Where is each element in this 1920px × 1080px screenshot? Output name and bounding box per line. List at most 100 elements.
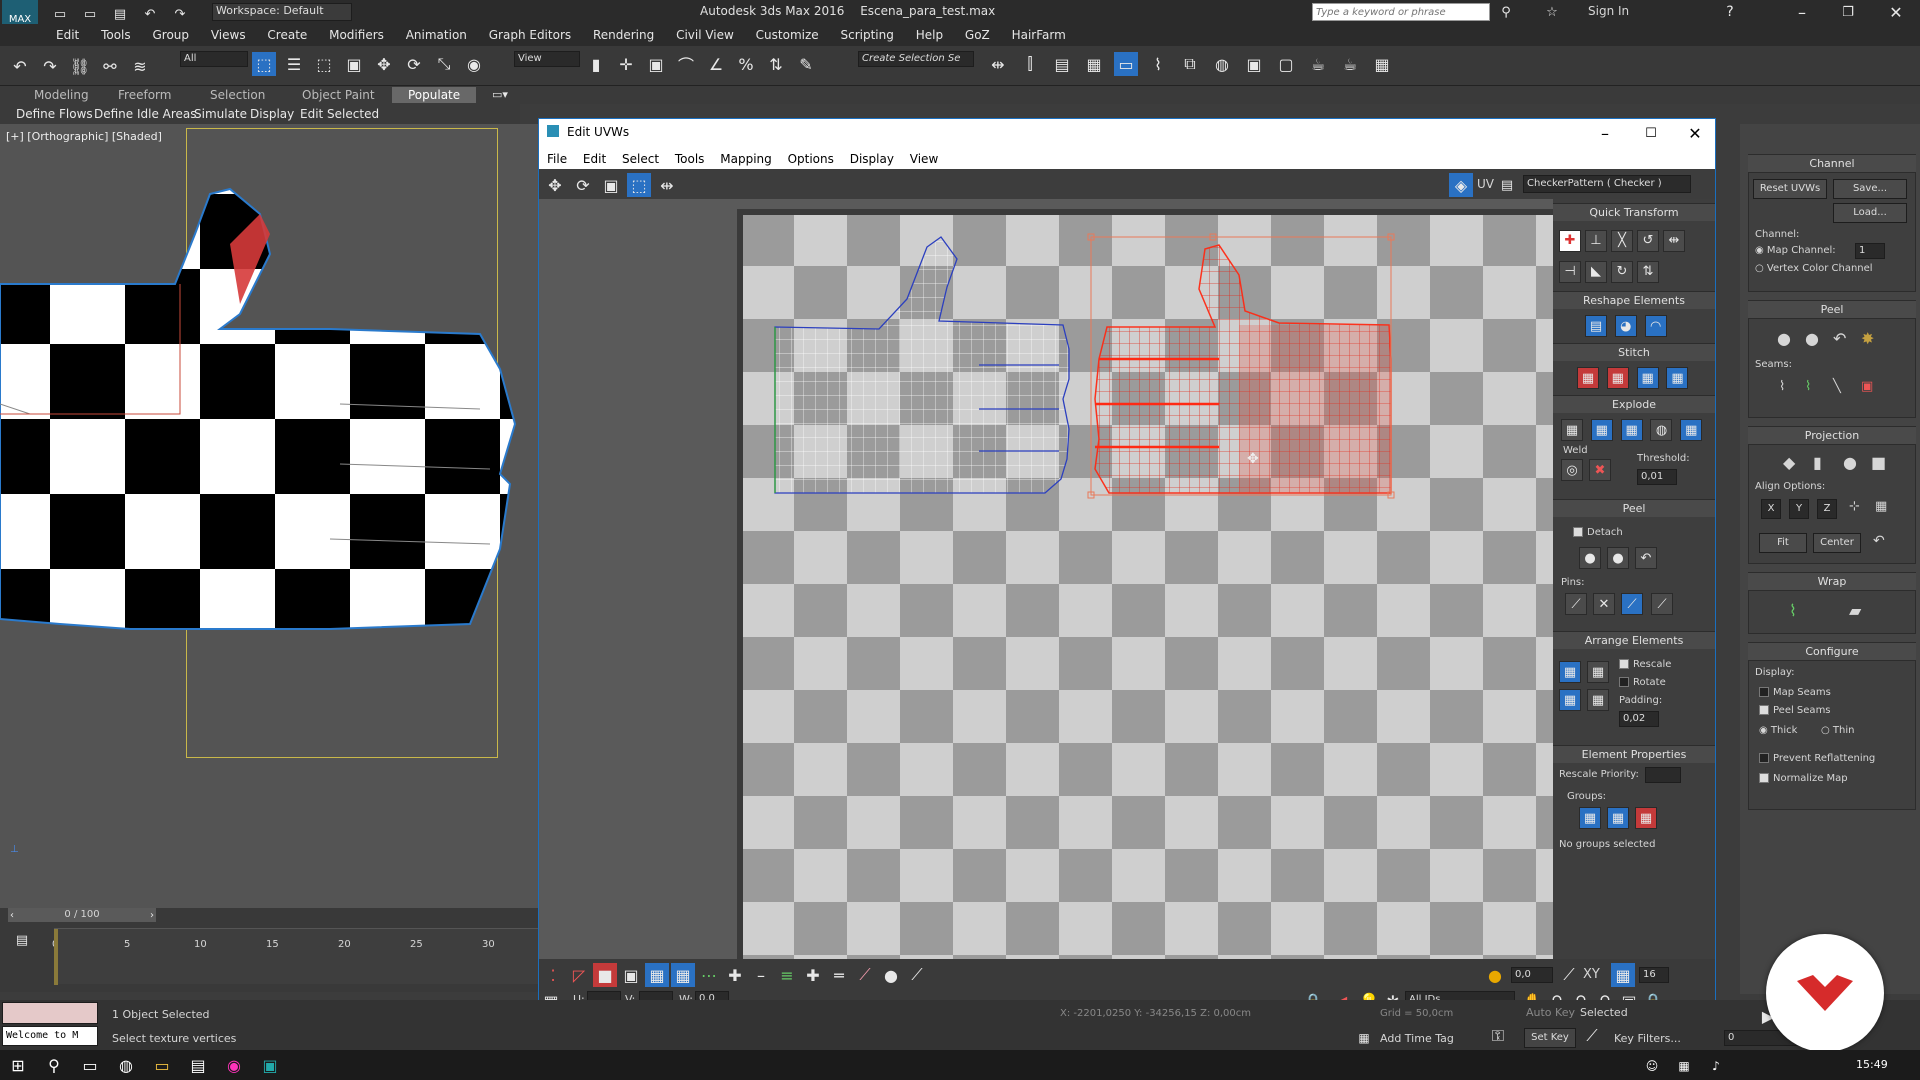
a360-render-icon[interactable]: ▦	[1370, 52, 1394, 76]
rotate-checkbox[interactable]: Rotate	[1619, 677, 1666, 688]
auto-pin-icon[interactable]: ⟋	[1621, 593, 1643, 615]
percent-snap-icon[interactable]: %	[734, 52, 758, 76]
windows-start-icon[interactable]: ⊞	[6, 1053, 30, 1077]
uv-minimize-icon[interactable]: –	[1593, 121, 1617, 145]
menu-hairfarm[interactable]: HairFarm	[1012, 28, 1066, 42]
key-filters-button[interactable]: Key Filters...	[1614, 1032, 1681, 1045]
stitch-custom-icon[interactable]: ▦	[1666, 367, 1689, 389]
save-icon[interactable]: ▤	[108, 2, 132, 26]
detach-checkbox[interactable]: Detach	[1573, 527, 1623, 538]
define-idle-areas-button[interactable]: Define Idle Areas	[94, 104, 197, 124]
flip-icon[interactable]: ◣	[1585, 260, 1607, 283]
soft-selection-icon[interactable]: ●	[1483, 963, 1507, 987]
xy-label[interactable]: XY	[1583, 967, 1600, 982]
view-align-icon[interactable]: ▦	[1875, 499, 1887, 514]
point-to-point-seams-icon[interactable]: ⌇	[1805, 379, 1811, 394]
space-horizontal-icon[interactable]: ⇹	[1663, 229, 1685, 252]
spherical-map-icon[interactable]: ●	[1843, 453, 1857, 472]
map-channel-field[interactable]: 1	[1855, 243, 1885, 259]
maxscript-listener[interactable]: Welcome to M	[2, 1026, 98, 1046]
paint-select-grow-icon[interactable]: ●	[879, 963, 903, 987]
menu-civil-view[interactable]: Civil View	[676, 28, 734, 42]
align-icon[interactable]: ⫿	[1018, 52, 1042, 76]
pivot-icon[interactable]: ▮	[584, 52, 608, 76]
spinner-snap-icon[interactable]: ⇅	[764, 52, 788, 76]
break-icon[interactable]: ▦	[1561, 419, 1583, 441]
menu-customize[interactable]: Customize	[756, 28, 819, 42]
projection-header[interactable]: Projection	[1748, 426, 1916, 444]
menu-goz[interactable]: GoZ	[965, 28, 990, 42]
menu-create[interactable]: Create	[267, 28, 307, 42]
prevent-reflattening-checkbox[interactable]: Prevent Reflattening	[1759, 753, 1875, 764]
uv-window-titlebar[interactable]: Edit UVWs – ☐ ✕	[539, 119, 1715, 149]
reset-uvws-button[interactable]: Reset UVWs	[1753, 179, 1827, 199]
render-frame-icon[interactable]: ▢	[1274, 52, 1298, 76]
edit-selected-button[interactable]: Edit Selected	[300, 104, 379, 124]
playhead[interactable]	[54, 929, 58, 985]
uv-freeform-icon[interactable]: ⬚	[627, 173, 651, 197]
align-z-button[interactable]: Z	[1817, 499, 1837, 519]
help-icon[interactable]: ?	[1718, 0, 1742, 24]
layer-manager-icon[interactable]: ▤	[1050, 52, 1074, 76]
select-object-icon[interactable]: ⬚	[252, 52, 276, 76]
uv-menu-mapping[interactable]: Mapping	[720, 152, 772, 166]
menu-rendering[interactable]: Rendering	[593, 28, 654, 42]
map-channel-radio[interactable]: ◉ Map Channel:	[1755, 245, 1836, 256]
reshape-elements-header[interactable]: Reshape Elements	[1553, 291, 1715, 309]
rotate-icon[interactable]: ⟳	[402, 52, 426, 76]
key-icon[interactable]: ⚿	[1486, 1024, 1510, 1048]
vertex-mode-icon[interactable]: ⁚	[541, 963, 565, 987]
simulate-button[interactable]: Simulate	[194, 104, 247, 124]
mirror-icon[interactable]: ⇹	[986, 52, 1010, 76]
vertex-color-radio[interactable]: ○ Vertex Color Channel	[1755, 263, 1873, 274]
clock[interactable]: 15:49	[1856, 1058, 1888, 1071]
star-icon[interactable]: ☆	[1540, 0, 1564, 24]
uv-grid-svg[interactable]: ✥	[539, 199, 1553, 959]
relax-icon[interactable]: ◕	[1614, 315, 1637, 337]
peel-header[interactable]: Peel	[1748, 300, 1916, 318]
load-button[interactable]: Load...	[1833, 203, 1907, 223]
ungroup-icon[interactable]: ▦	[1607, 807, 1629, 829]
workspace-dropdown[interactable]: Workspace: Default	[212, 3, 352, 21]
rescale-elements-icon[interactable]: ▦	[1587, 689, 1609, 711]
explode-header[interactable]: Explode	[1553, 395, 1715, 413]
center-button[interactable]: Center	[1813, 533, 1861, 553]
angle-snap-icon[interactable]: ∠	[704, 52, 728, 76]
rescale-checkbox[interactable]: Rescale	[1619, 659, 1671, 670]
channel-header[interactable]: Channel	[1748, 154, 1916, 172]
redo-icon[interactable]: ↷	[38, 54, 62, 78]
named-selection-dropdown[interactable]: Create Selection Se	[858, 51, 974, 67]
network-icon[interactable]: ▦	[1672, 1054, 1696, 1078]
set-pivot-icon[interactable]: ✚	[1559, 229, 1581, 252]
selected-dropdown[interactable]: Selected	[1580, 1006, 1628, 1019]
undo-icon[interactable]: ↶	[8, 54, 32, 78]
grow-selection-icon[interactable]: ▦	[645, 963, 669, 987]
group-selected-icon[interactable]: ▦	[1579, 807, 1601, 829]
reset-peel-icon[interactable]: ↶	[1833, 329, 1846, 348]
pelt-map-icon[interactable]: ✸	[1861, 329, 1874, 348]
edit-seams-icon[interactable]: ⌇	[1779, 379, 1785, 394]
mini-curve-icon[interactable]: ▤	[10, 928, 34, 952]
delete-pins-icon[interactable]: ✕	[1593, 593, 1615, 615]
uv-menu-view[interactable]: View	[910, 152, 938, 166]
open-folder-icon[interactable]: ▭	[78, 2, 102, 26]
edge-to-seams-icon[interactable]: ╲	[1833, 379, 1841, 394]
search-input[interactable]	[1312, 3, 1490, 21]
tab-object-paint[interactable]: Object Paint	[302, 86, 375, 104]
falloff-icon[interactable]: ⟋	[1557, 963, 1581, 987]
weld-target-icon[interactable]: ◎	[1561, 459, 1583, 481]
move-icon[interactable]: ✥	[372, 52, 396, 76]
rotate-cw-icon[interactable]: ↻	[1611, 260, 1633, 283]
stitch-target-icon[interactable]: ▦	[1577, 367, 1599, 389]
edit-named-sets-icon[interactable]: ✎	[794, 52, 818, 76]
stitch-source-icon[interactable]: ▦	[1636, 367, 1659, 389]
render-production-icon[interactable]: ☕	[1306, 52, 1330, 76]
snap-3d-icon[interactable]: ⌒	[674, 52, 698, 76]
thick-radio[interactable]: ◉ Thick	[1759, 725, 1797, 736]
render-setup-icon[interactable]: ▣	[1242, 52, 1266, 76]
spline-map-icon[interactable]: ⌇	[1789, 601, 1797, 620]
box-map-icon[interactable]: ■	[1871, 453, 1886, 472]
edge-mode-icon[interactable]: ◸	[567, 963, 591, 987]
quick-peel-icon[interactable]: ●	[1777, 329, 1791, 348]
orthographic-viewport[interactable]: [+] [Orthographic] [Shaded] ⊥	[0, 124, 538, 910]
